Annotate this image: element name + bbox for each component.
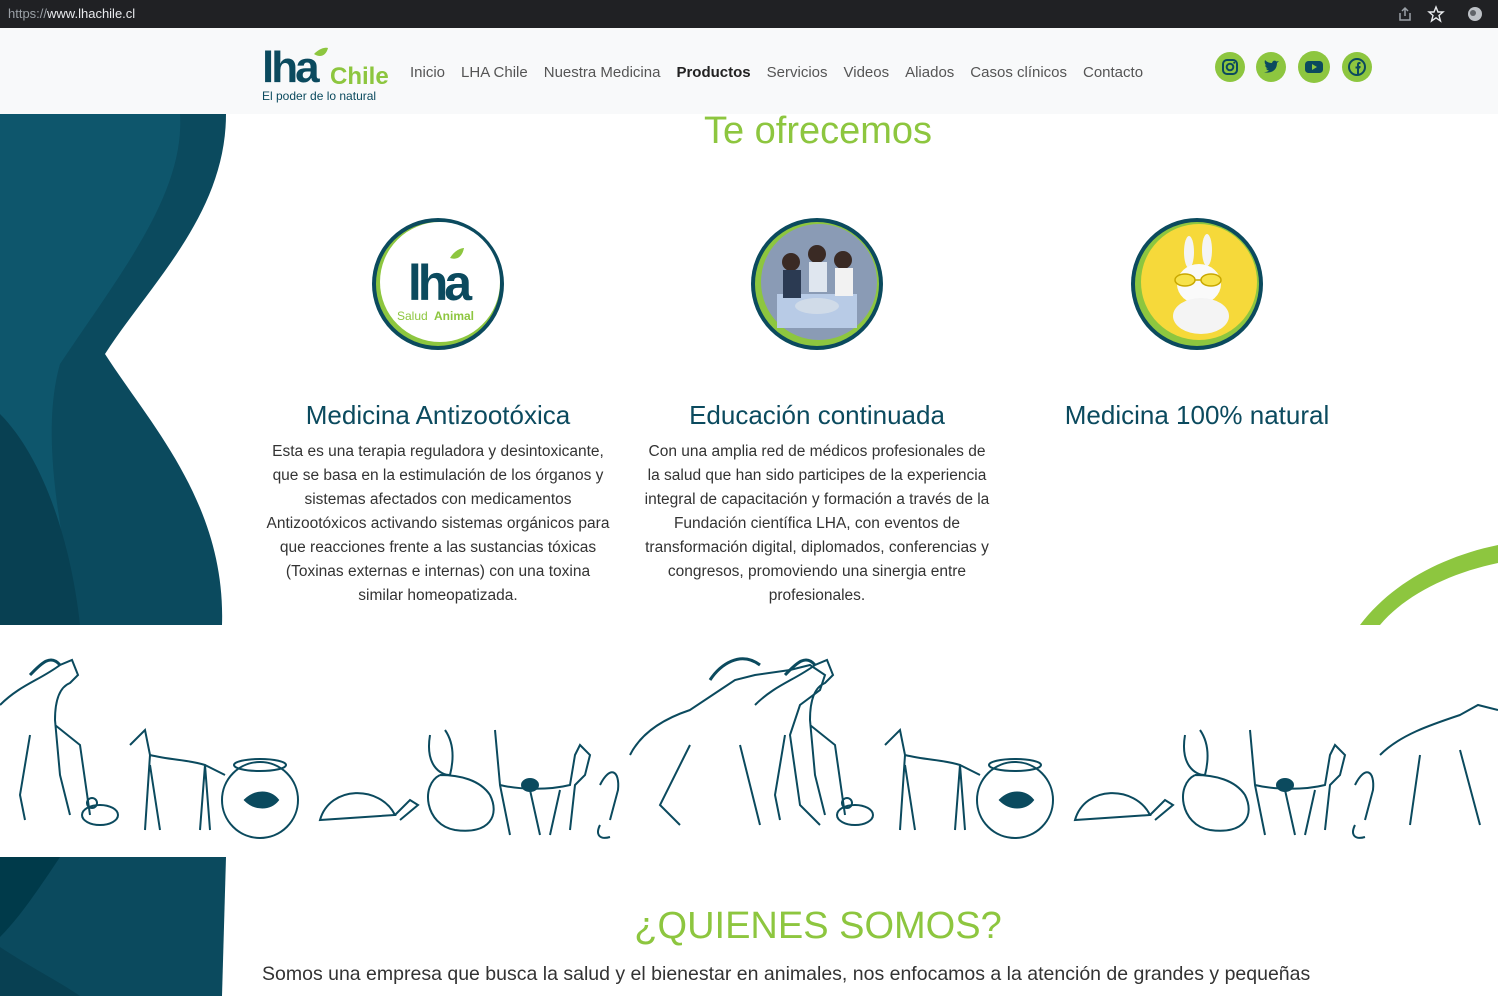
- education-photo: [747, 214, 887, 354]
- browser-url-bar[interactable]: https://www.lhachile.cl: [0, 0, 1498, 28]
- nav-casos-clinicos[interactable]: Casos clínicos: [970, 64, 1067, 81]
- nav-lha-chile[interactable]: LHA Chile: [461, 64, 528, 81]
- svg-text:lha: lha: [408, 255, 473, 311]
- url-host: www.lhachile.cl: [47, 6, 136, 21]
- feature-heading: Medicina 100% natural: [1064, 400, 1330, 430]
- feature-heading: Educación continuada: [689, 400, 945, 430]
- feature-text: Con una amplia red de médicos profesiona…: [644, 443, 990, 604]
- svg-text:Salud: Salud: [397, 309, 428, 323]
- nav-nuestra-medicina[interactable]: Nuestra Medicina: [544, 64, 661, 81]
- nav-productos[interactable]: Productos: [676, 64, 750, 81]
- bookmark-star-icon[interactable]: [1427, 5, 1445, 23]
- animals-illustration-banner: [0, 625, 1498, 857]
- svg-text:El poder de lo natural: El poder de lo natural: [262, 89, 376, 103]
- decorative-wave-left: [0, 114, 226, 625]
- feature-text: Esta es una terapia reguladora y desinto…: [266, 443, 610, 604]
- main-nav: Inicio LHA Chile Nuestra Medicina Produc…: [410, 64, 1159, 81]
- about-title: ¿QUIENES SOMOS?: [634, 905, 1002, 947]
- url-text[interactable]: https://www.lhachile.cl: [8, 6, 135, 21]
- svg-text:lha: lha: [262, 43, 320, 92]
- site-header: lha Chile El poder de lo natural Inicio …: [0, 28, 1498, 114]
- lha-salud-animal-image: lha Salud Animal: [368, 214, 508, 354]
- lha-logo-icon: lha Chile El poder de lo natural: [262, 43, 389, 103]
- instagram-icon[interactable]: [1215, 52, 1245, 82]
- svg-text:Chile: Chile: [330, 63, 389, 90]
- feature-heading: Medicina Antizootóxica: [305, 400, 571, 430]
- facebook-icon[interactable]: [1342, 52, 1372, 82]
- youtube-icon[interactable]: [1298, 51, 1330, 83]
- twitter-icon[interactable]: [1256, 52, 1286, 82]
- share-icon[interactable]: [1396, 5, 1414, 23]
- nav-contacto[interactable]: Contacto: [1083, 64, 1143, 81]
- profile-icon[interactable]: [1466, 5, 1484, 23]
- url-scheme: https://: [8, 6, 48, 21]
- site-logo[interactable]: lha Chile El poder de lo natural: [262, 42, 392, 104]
- decorative-arc-right: [1360, 545, 1498, 625]
- about-text: Somos una empresa que busca la salud y e…: [262, 963, 1311, 985]
- nav-aliados[interactable]: Aliados: [905, 64, 954, 81]
- rabbit-with-glasses-photo: [1127, 214, 1267, 354]
- nav-inicio[interactable]: Inicio: [410, 64, 445, 81]
- decorative-wave-bottom-left: [0, 857, 226, 996]
- animals-line-art: [0, 657, 1498, 840]
- nav-videos[interactable]: Videos: [844, 64, 890, 81]
- svg-text:Animal: Animal: [434, 309, 474, 323]
- nav-servicios[interactable]: Servicios: [767, 64, 828, 81]
- offer-title: Te ofrecemos: [703, 110, 933, 152]
